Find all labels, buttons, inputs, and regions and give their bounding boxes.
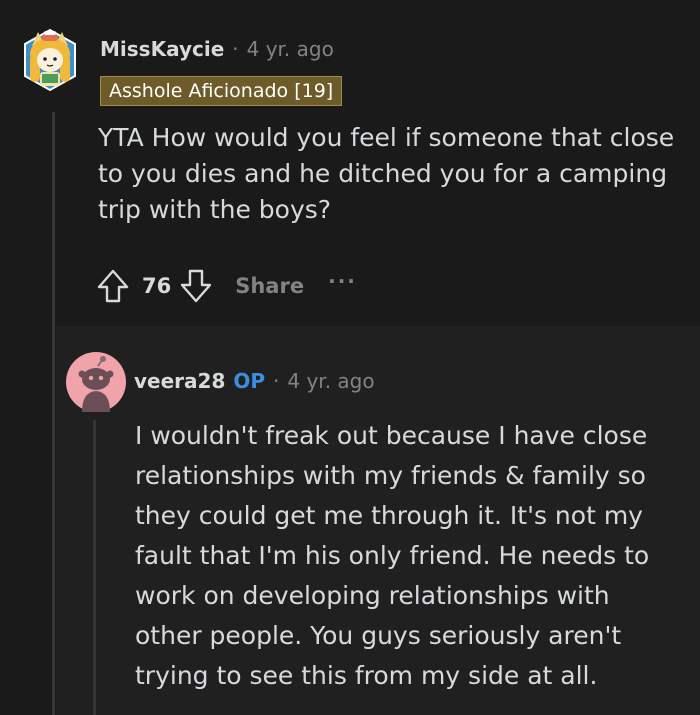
comment-thread: MissKaycie · 4 yr. ago Asshole Aficionad… <box>0 0 700 715</box>
cat-avatar-icon[interactable] <box>22 28 78 92</box>
comment-timestamp[interactable]: 4 yr. ago <box>247 37 334 61</box>
reply-body: I wouldn't freak out because I have clos… <box>135 421 650 690</box>
downvote-arrow-icon[interactable] <box>177 266 215 306</box>
separator-dot: · <box>232 37 239 61</box>
more-dots-icon[interactable]: ··· <box>328 269 357 293</box>
reply-thread-line[interactable] <box>93 420 96 715</box>
share-button[interactable]: Share <box>235 274 304 298</box>
reply-header: veera28 OP · 4 yr. ago <box>134 366 375 396</box>
snoo-avatar-icon[interactable] <box>66 352 126 412</box>
op-badge: OP <box>233 369 266 393</box>
separator-dot: · <box>273 369 280 393</box>
comment-actions: 76 Share ··· <box>94 264 357 308</box>
upvote-arrow-icon[interactable] <box>94 266 132 306</box>
comment-body: YTA How would you feel if someone that c… <box>98 123 675 224</box>
comment-header: MissKaycie · 4 yr. ago <box>100 34 334 64</box>
vote-score: 76 <box>142 274 172 298</box>
reply-author[interactable]: veera28 <box>134 369 225 393</box>
thread-line[interactable] <box>52 112 55 715</box>
user-flair: Asshole Aficionado [19] <box>100 76 343 106</box>
reply-timestamp[interactable]: 4 yr. ago <box>287 369 374 393</box>
comment-author[interactable]: MissKaycie <box>100 37 224 61</box>
